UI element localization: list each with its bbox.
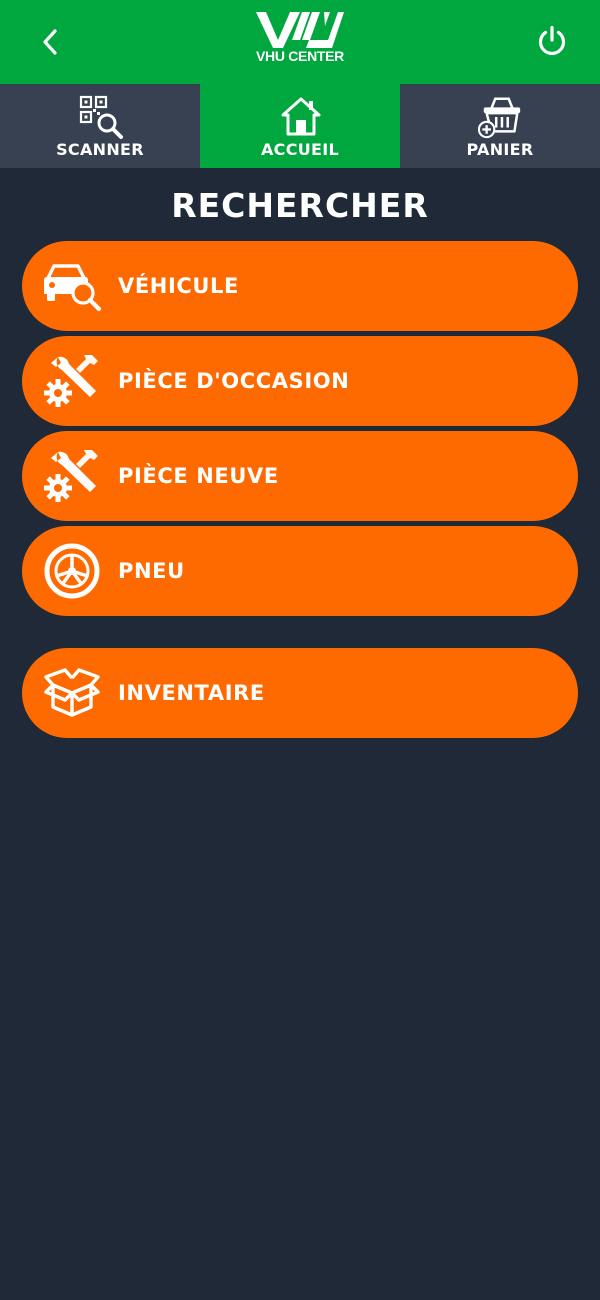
inventaire-label: INVENTAIRE — [118, 681, 265, 705]
vehicule-label: VÉHICULE — [118, 274, 239, 298]
page-title: RECHERCHER — [171, 186, 429, 225]
pneu-label: PNEU — [118, 559, 185, 583]
box-icon — [42, 665, 102, 721]
logout-button[interactable] — [528, 18, 576, 64]
piece-occasion-search-button[interactable]: PIÈCE D'OCCASION — [22, 336, 578, 426]
piece-neuve-label: PIÈCE NEUVE — [118, 464, 279, 488]
chevron-left-icon — [43, 29, 57, 55]
basket-add-icon — [478, 94, 524, 140]
back-button[interactable] — [28, 22, 72, 62]
vhu-logo-mark-icon — [256, 12, 344, 48]
tab-label-accueil: ACCUEIL — [260, 140, 340, 159]
tab-accueil[interactable]: ACCUEIL — [200, 84, 400, 168]
vehicule-search-button[interactable]: VÉHICULE — [22, 241, 578, 331]
wrench-gear-icon — [42, 353, 102, 409]
qr-search-icon — [78, 94, 124, 140]
power-icon — [538, 25, 566, 56]
wrench-gear-icon — [42, 448, 102, 504]
app-header: VHU CENTER — [0, 0, 600, 84]
tab-panier[interactable]: PANIER — [400, 84, 600, 168]
piece-occasion-label: PIÈCE D'OCCASION — [118, 369, 350, 393]
piece-neuve-search-button[interactable]: PIÈCE NEUVE — [22, 431, 578, 521]
car-search-icon — [42, 258, 102, 314]
vhu-center-logo: VHU CENTER — [240, 10, 360, 72]
tab-scanner[interactable]: SCANNER — [0, 84, 200, 168]
tab-label-scanner: SCANNER — [56, 140, 144, 159]
pneu-search-button[interactable]: PNEU — [22, 526, 578, 616]
tire-icon — [42, 543, 102, 599]
inventaire-button[interactable]: INVENTAIRE — [22, 648, 578, 738]
home-icon — [278, 94, 324, 140]
main-tabs: SCANNER ACCUEIL PANIER — [0, 84, 600, 168]
logo-text: VHU CENTER — [255, 48, 344, 64]
tab-label-panier: PANIER — [466, 140, 534, 159]
